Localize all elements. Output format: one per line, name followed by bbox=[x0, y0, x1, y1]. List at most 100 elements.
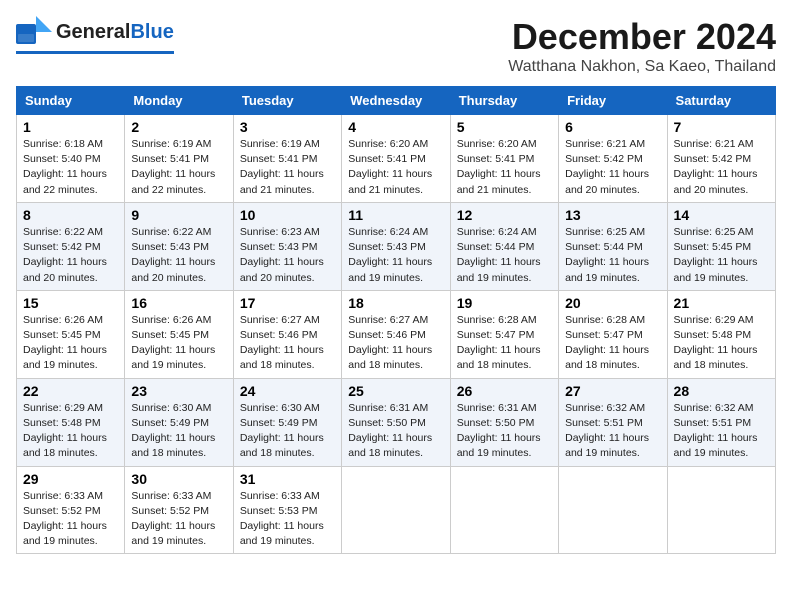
day-info: Sunrise: 6:20 AMSunset: 5:41 PMDaylight:… bbox=[348, 137, 443, 198]
calendar-cell: 12 Sunrise: 6:24 AMSunset: 5:44 PMDayligh… bbox=[450, 202, 558, 290]
calendar-cell: 25 Sunrise: 6:31 AMSunset: 5:50 PMDayligh… bbox=[342, 378, 450, 466]
calendar-week-row: 1Sunrise: 6:18 AMSunset: 5:40 PMDaylight… bbox=[17, 115, 776, 203]
logo: GeneralBlue bbox=[16, 16, 174, 54]
day-info: Sunrise: 6:30 AMSunset: 5:49 PMDaylight:… bbox=[240, 401, 335, 462]
calendar-cell: 26 Sunrise: 6:31 AMSunset: 5:50 PMDayligh… bbox=[450, 378, 558, 466]
day-number: 27 bbox=[565, 383, 660, 399]
calendar-cell bbox=[342, 466, 450, 554]
calendar-cell: 8 Sunrise: 6:22 AMSunset: 5:42 PMDaylight… bbox=[17, 202, 125, 290]
calendar-cell: 27 Sunrise: 6:32 AMSunset: 5:51 PMDayligh… bbox=[559, 378, 667, 466]
day-number: 26 bbox=[457, 383, 552, 399]
day-info: Sunrise: 6:26 AMSunset: 5:45 PMDaylight:… bbox=[23, 313, 118, 374]
calendar-cell bbox=[450, 466, 558, 554]
title-area: December 2024 Watthana Nakhon, Sa Kaeo, … bbox=[508, 16, 776, 76]
calendar-cell: 10Sunrise: 6:23 AMSunset: 5:43 PMDayligh… bbox=[233, 202, 341, 290]
day-info: Sunrise: 6:29 AMSunset: 5:48 PMDaylight:… bbox=[23, 401, 118, 462]
day-number: 15 bbox=[23, 295, 118, 311]
day-info: Sunrise: 6:28 AMSunset: 5:47 PMDaylight:… bbox=[457, 313, 552, 374]
logo-text: GeneralBlue bbox=[56, 21, 174, 44]
day-info: Sunrise: 6:32 AMSunset: 5:51 PMDaylight:… bbox=[674, 401, 769, 462]
day-info: Sunrise: 6:30 AMSunset: 5:49 PMDaylight:… bbox=[131, 401, 226, 462]
day-number: 9 bbox=[131, 207, 226, 223]
day-number: 11 bbox=[348, 207, 443, 223]
day-number: 22 bbox=[23, 383, 118, 399]
calendar-cell: 15 Sunrise: 6:26 AMSunset: 5:45 PMDayligh… bbox=[17, 290, 125, 378]
day-info: Sunrise: 6:19 AMSunset: 5:41 PMDaylight:… bbox=[131, 137, 226, 198]
day-info: Sunrise: 6:26 AMSunset: 5:45 PMDaylight:… bbox=[131, 313, 226, 374]
calendar-cell: 7Sunrise: 6:21 AMSunset: 5:42 PMDaylight… bbox=[667, 115, 775, 203]
calendar-cell bbox=[559, 466, 667, 554]
day-number: 29 bbox=[23, 471, 118, 487]
calendar-cell: 23 Sunrise: 6:30 AMSunset: 5:49 PMDayligh… bbox=[125, 378, 233, 466]
calendar-cell: 30Sunrise: 6:33 AMSunset: 5:52 PMDayligh… bbox=[125, 466, 233, 554]
logo-row: GeneralBlue bbox=[16, 16, 174, 48]
calendar-cell: 11Sunrise: 6:24 AMSunset: 5:43 PMDayligh… bbox=[342, 202, 450, 290]
day-info: Sunrise: 6:22 AMSunset: 5:42 PMDaylight:… bbox=[23, 225, 118, 286]
day-info: Sunrise: 6:32 AMSunset: 5:51 PMDaylight:… bbox=[565, 401, 660, 462]
day-info: Sunrise: 6:27 AMSunset: 5:46 PMDaylight:… bbox=[348, 313, 443, 374]
day-info: Sunrise: 6:31 AMSunset: 5:50 PMDaylight:… bbox=[457, 401, 552, 462]
calendar-cell: 16Sunrise: 6:26 AMSunset: 5:45 PMDayligh… bbox=[125, 290, 233, 378]
day-info: Sunrise: 6:20 AMSunset: 5:41 PMDaylight:… bbox=[457, 137, 552, 198]
day-info: Sunrise: 6:22 AMSunset: 5:43 PMDaylight:… bbox=[131, 225, 226, 286]
day-number: 10 bbox=[240, 207, 335, 223]
day-info: Sunrise: 6:33 AMSunset: 5:52 PMDaylight:… bbox=[23, 489, 118, 550]
day-number: 19 bbox=[457, 295, 552, 311]
day-number: 20 bbox=[565, 295, 660, 311]
calendar-cell: 1Sunrise: 6:18 AMSunset: 5:40 PMDaylight… bbox=[17, 115, 125, 203]
calendar-cell: 21Sunrise: 6:29 AMSunset: 5:48 PMDayligh… bbox=[667, 290, 775, 378]
calendar-cell: 24 Sunrise: 6:30 AMSunset: 5:49 PMDayligh… bbox=[233, 378, 341, 466]
calendar-cell: 22 Sunrise: 6:29 AMSunset: 5:48 PMDayligh… bbox=[17, 378, 125, 466]
col-saturday: Saturday bbox=[667, 87, 775, 115]
calendar-cell: 4Sunrise: 6:20 AMSunset: 5:41 PMDaylight… bbox=[342, 115, 450, 203]
col-wednesday: Wednesday bbox=[342, 87, 450, 115]
calendar-cell: 28Sunrise: 6:32 AMSunset: 5:51 PMDayligh… bbox=[667, 378, 775, 466]
month-title: December 2024 bbox=[508, 16, 776, 58]
day-number: 12 bbox=[457, 207, 552, 223]
day-info: Sunrise: 6:25 AMSunset: 5:44 PMDaylight:… bbox=[565, 225, 660, 286]
day-number: 31 bbox=[240, 471, 335, 487]
day-info: Sunrise: 6:25 AMSunset: 5:45 PMDaylight:… bbox=[674, 225, 769, 286]
calendar-cell: 19 Sunrise: 6:28 AMSunset: 5:47 PMDayligh… bbox=[450, 290, 558, 378]
col-tuesday: Tuesday bbox=[233, 87, 341, 115]
day-number: 3 bbox=[240, 119, 335, 135]
calendar-header-row: Sunday Monday Tuesday Wednesday Thursday… bbox=[17, 87, 776, 115]
calendar-week-row: 22 Sunrise: 6:29 AMSunset: 5:48 PMDayligh… bbox=[17, 378, 776, 466]
day-number: 30 bbox=[131, 471, 226, 487]
calendar-cell: 6 Sunrise: 6:21 AMSunset: 5:42 PMDaylight… bbox=[559, 115, 667, 203]
calendar-cell: 9 Sunrise: 6:22 AMSunset: 5:43 PMDaylight… bbox=[125, 202, 233, 290]
day-number: 5 bbox=[457, 119, 552, 135]
day-info: Sunrise: 6:18 AMSunset: 5:40 PMDaylight:… bbox=[23, 137, 118, 198]
day-number: 17 bbox=[240, 295, 335, 311]
day-number: 14 bbox=[674, 207, 769, 223]
day-info: Sunrise: 6:29 AMSunset: 5:48 PMDaylight:… bbox=[674, 313, 769, 374]
calendar-cell: 18Sunrise: 6:27 AMSunset: 5:46 PMDayligh… bbox=[342, 290, 450, 378]
calendar-cell: 17Sunrise: 6:27 AMSunset: 5:46 PMDayligh… bbox=[233, 290, 341, 378]
day-number: 25 bbox=[348, 383, 443, 399]
calendar-week-row: 29 Sunrise: 6:33 AMSunset: 5:52 PMDayligh… bbox=[17, 466, 776, 554]
day-info: Sunrise: 6:24 AMSunset: 5:44 PMDaylight:… bbox=[457, 225, 552, 286]
header: GeneralBlue December 2024 Watthana Nakho… bbox=[16, 16, 776, 76]
day-number: 23 bbox=[131, 383, 226, 399]
calendar-cell: 2 Sunrise: 6:19 AMSunset: 5:41 PMDaylight… bbox=[125, 115, 233, 203]
day-number: 13 bbox=[565, 207, 660, 223]
col-sunday: Sunday bbox=[17, 87, 125, 115]
calendar-cell: 31 Sunrise: 6:33 AMSunset: 5:53 PMDayligh… bbox=[233, 466, 341, 554]
day-info: Sunrise: 6:19 AMSunset: 5:41 PMDaylight:… bbox=[240, 137, 335, 198]
day-number: 6 bbox=[565, 119, 660, 135]
day-number: 24 bbox=[240, 383, 335, 399]
logo-underline bbox=[16, 51, 174, 54]
day-number: 2 bbox=[131, 119, 226, 135]
day-info: Sunrise: 6:33 AMSunset: 5:53 PMDaylight:… bbox=[240, 489, 335, 550]
location-title: Watthana Nakhon, Sa Kaeo, Thailand bbox=[508, 58, 776, 76]
day-info: Sunrise: 6:31 AMSunset: 5:50 PMDaylight:… bbox=[348, 401, 443, 462]
day-info: Sunrise: 6:21 AMSunset: 5:42 PMDaylight:… bbox=[565, 137, 660, 198]
calendar-cell: 20Sunrise: 6:28 AMSunset: 5:47 PMDayligh… bbox=[559, 290, 667, 378]
page-container: GeneralBlue December 2024 Watthana Nakho… bbox=[16, 16, 776, 554]
day-number: 8 bbox=[23, 207, 118, 223]
logo-icon bbox=[16, 16, 52, 48]
calendar-table: Sunday Monday Tuesday Wednesday Thursday… bbox=[16, 86, 776, 554]
calendar-cell bbox=[667, 466, 775, 554]
day-info: Sunrise: 6:21 AMSunset: 5:42 PMDaylight:… bbox=[674, 137, 769, 198]
calendar-cell: 29 Sunrise: 6:33 AMSunset: 5:52 PMDayligh… bbox=[17, 466, 125, 554]
